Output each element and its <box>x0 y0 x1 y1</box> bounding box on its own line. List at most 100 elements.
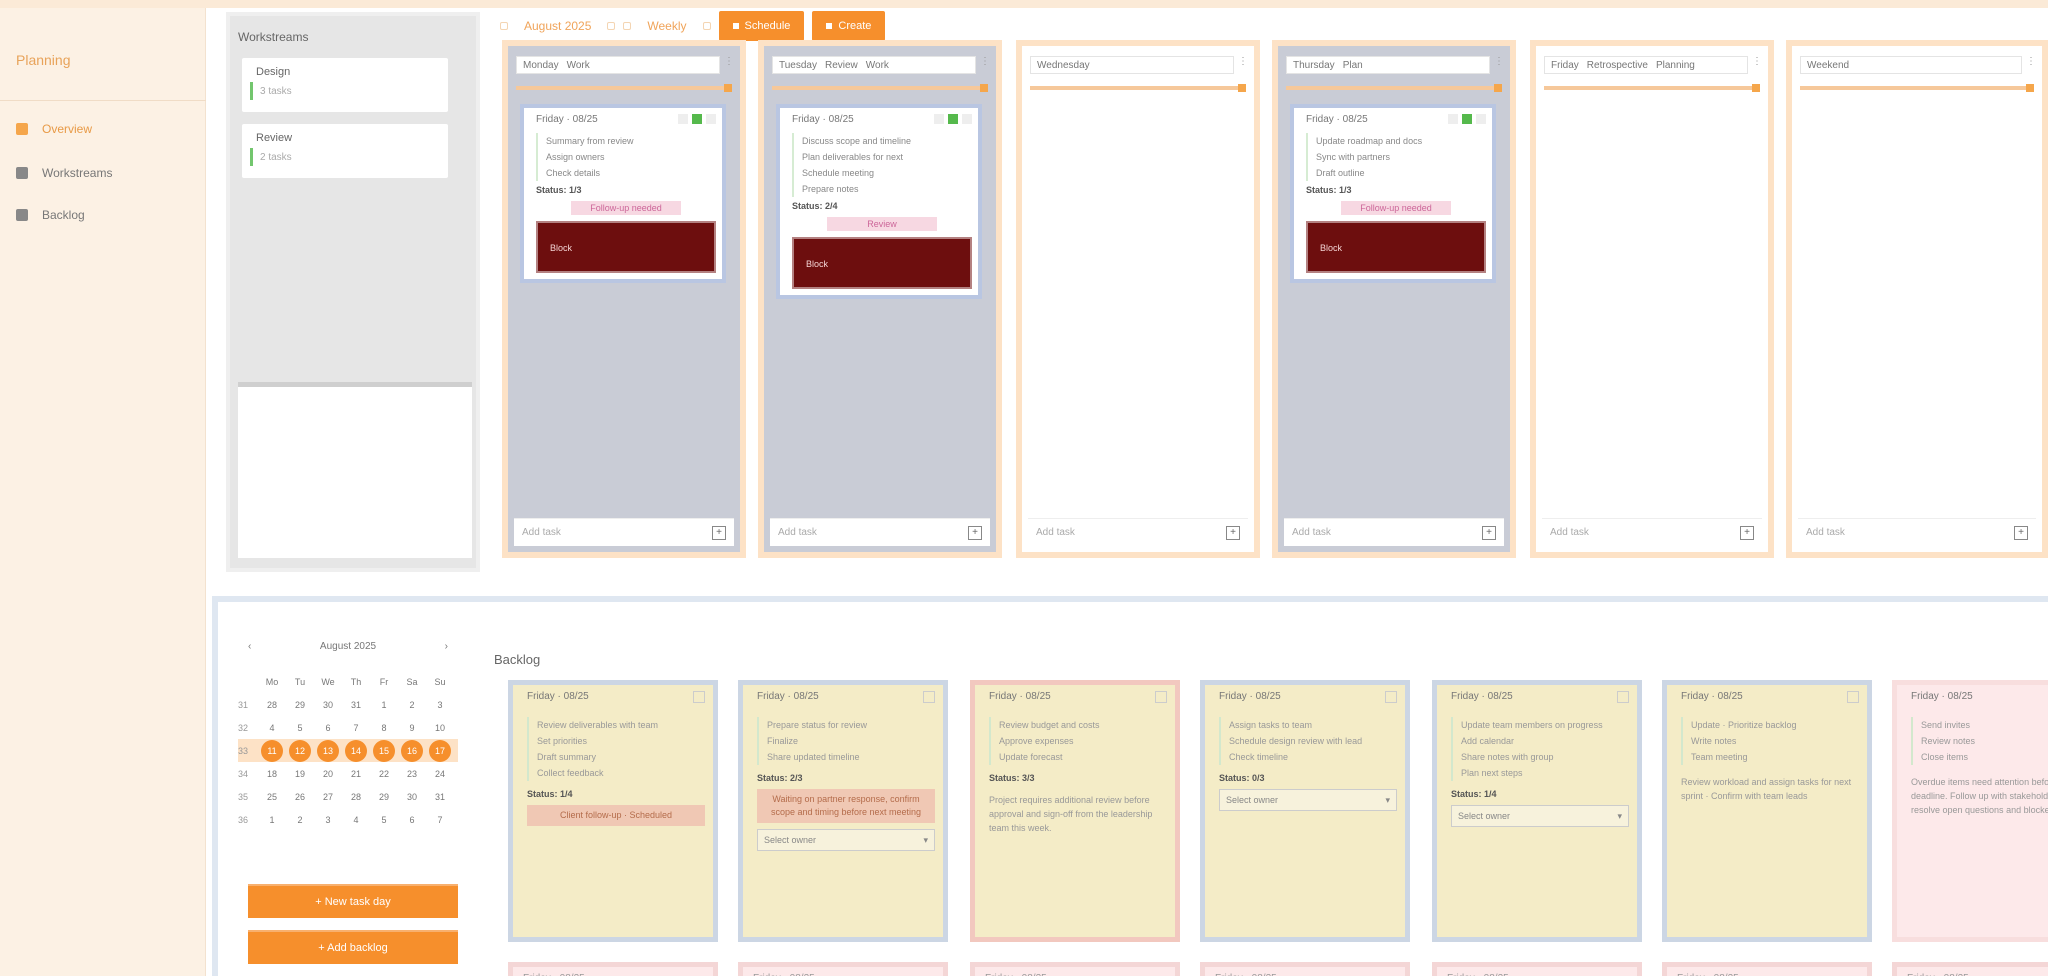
add-backlog-button[interactable]: + Add backlog <box>248 930 458 964</box>
calendar-day[interactable]: 7 <box>426 815 454 825</box>
calendar-day[interactable]: 9 <box>398 723 426 733</box>
progress-handle[interactable] <box>1494 84 1502 92</box>
progress-handle[interactable] <box>1238 84 1246 92</box>
calendar-day[interactable]: 20 <box>314 769 342 779</box>
calendar-day[interactable]: 28 <box>342 792 370 802</box>
column-menu-icon[interactable]: ⋮ <box>2026 56 2038 72</box>
close-icon[interactable] <box>923 691 935 703</box>
calendar-day[interactable]: 30 <box>314 700 342 710</box>
calendar-day[interactable]: 2 <box>286 815 314 825</box>
column-menu-icon[interactable]: ⋮ <box>980 56 992 72</box>
sidebar-item-backlog[interactable]: Backlog <box>16 206 85 224</box>
add-task-label[interactable]: Add task <box>1292 527 1331 538</box>
blocked-box[interactable]: Block <box>536 221 716 273</box>
calendar-day[interactable]: 26 <box>286 792 314 802</box>
calendar-day[interactable]: 3 <box>314 815 342 825</box>
calendar-day[interactable]: 30 <box>398 792 426 802</box>
close-icon[interactable] <box>706 114 716 124</box>
backlog-card[interactable]: Friday · 08/25 <box>1200 962 1410 976</box>
close-icon[interactable] <box>1617 691 1629 703</box>
calendar-next-icon[interactable]: › <box>445 641 448 652</box>
blocked-box[interactable]: Block <box>792 237 972 289</box>
calendar-day[interactable]: 3 <box>426 700 454 710</box>
task-tag[interactable]: Follow-up needed <box>571 201 681 215</box>
backlog-card[interactable]: Friday · 08/25 Update · Prioritize backl… <box>1662 680 1872 942</box>
calendar-week[interactable]: 36 1 2 3 4 5 6 7 <box>238 808 458 831</box>
calendar-day[interactable]: 5 <box>286 723 314 733</box>
progress-handle[interactable] <box>2026 84 2034 92</box>
task-tag[interactable]: Review <box>827 217 937 231</box>
calendar-day[interactable]: 1 <box>370 700 398 710</box>
column-header[interactable]: Thursday Plan <box>1286 56 1490 74</box>
column-tab[interactable]: Work <box>567 60 590 71</box>
calendar-day[interactable]: 23 <box>398 769 426 779</box>
calendar-day[interactable]: 16 <box>401 739 423 762</box>
add-icon[interactable]: + <box>712 525 726 540</box>
column-tab[interactable]: Tuesday <box>779 60 817 71</box>
progress-handle[interactable] <box>980 84 988 92</box>
calendar-day[interactable]: 31 <box>426 792 454 802</box>
calendar-week[interactable]: 35 25 26 27 28 29 30 31 <box>238 785 458 808</box>
column-menu-icon[interactable]: ⋮ <box>724 56 736 72</box>
add-task-label[interactable]: Add task <box>778 527 817 538</box>
backlog-card[interactable]: Friday · 08/25 <box>1892 962 2048 976</box>
schedule-button[interactable]: Schedule <box>718 11 805 41</box>
column-header[interactable]: Tuesday Review Work <box>772 56 976 74</box>
calendar-week[interactable]: 33 11 12 13 14 15 16 17 <box>238 739 458 762</box>
add-task-label[interactable]: Add task <box>522 527 561 538</box>
column-menu-icon[interactable]: ⋮ <box>1238 56 1250 72</box>
calendar-day[interactable]: 18 <box>258 769 286 779</box>
owner-select[interactable]: Select owner ▾ <box>1219 789 1397 811</box>
create-button[interactable]: Create <box>812 11 886 41</box>
add-icon[interactable]: + <box>1740 525 1754 540</box>
column-tab[interactable]: Wednesday <box>1037 60 1090 71</box>
flag-icon[interactable] <box>934 114 944 124</box>
column-header[interactable]: Wednesday <box>1030 56 1234 74</box>
flag-icon[interactable] <box>1448 114 1458 124</box>
column-tab[interactable]: Retrospective <box>1587 60 1648 71</box>
calendar-week[interactable]: 32 4 5 6 7 8 9 10 <box>238 716 458 739</box>
view-icon[interactable] <box>623 22 632 30</box>
calendar-day[interactable]: 14 <box>345 739 367 762</box>
calendar-day[interactable]: 21 <box>342 769 370 779</box>
backlog-card[interactable]: Friday · 08/25 <box>738 962 948 976</box>
backlog-card[interactable]: Friday · 08/25 <box>970 962 1180 976</box>
task-card[interactable]: Friday · 08/25 Summary from review Assign… <box>520 104 726 283</box>
calendar-day[interactable]: 29 <box>286 700 314 710</box>
view-dropdown-icon[interactable] <box>702 22 711 30</box>
calendar-week[interactable]: 34 18 19 20 21 22 23 24 <box>238 762 458 785</box>
calendar-day[interactable]: 6 <box>314 723 342 733</box>
column-tab[interactable]: Friday <box>1551 60 1579 71</box>
progress-handle[interactable] <box>1752 84 1760 92</box>
backlog-card[interactable]: Friday · 08/25 Review deliverables with … <box>508 680 718 942</box>
calendar-day[interactable]: 4 <box>342 815 370 825</box>
calendar-day[interactable]: 28 <box>258 700 286 710</box>
column-tab[interactable]: Work <box>866 60 889 71</box>
add-task-label[interactable]: Add task <box>1036 527 1075 538</box>
calendar-day[interactable]: 27 <box>314 792 342 802</box>
close-icon[interactable] <box>693 691 705 703</box>
column-menu-icon[interactable]: ⋮ <box>1752 56 1764 72</box>
add-task-label[interactable]: Add task <box>1806 527 1845 538</box>
column-header[interactable]: Friday Retrospective Planning <box>1544 56 1748 74</box>
backlog-card[interactable]: Friday · 08/25 <box>508 962 718 976</box>
calendar-day[interactable]: 25 <box>258 792 286 802</box>
calendar-day[interactable]: 5 <box>370 815 398 825</box>
task-card[interactable]: Friday · 08/25 Update roadmap and docs Sy… <box>1290 104 1496 283</box>
check-icon[interactable] <box>948 114 958 124</box>
backlog-card[interactable]: Friday · 08/25 Send invites Review notes C… <box>1892 680 2048 942</box>
calendar-day[interactable]: 10 <box>426 723 454 733</box>
calendar-day[interactable]: 31 <box>342 700 370 710</box>
column-tab[interactable]: Review <box>825 60 858 71</box>
backlog-card[interactable]: Friday · 08/25 <box>1662 962 1872 976</box>
column-tab[interactable]: Thursday <box>1293 60 1335 71</box>
add-icon[interactable]: + <box>2014 525 2028 540</box>
column-tab[interactable]: Plan <box>1343 60 1363 71</box>
column-menu-icon[interactable]: ⋮ <box>1494 56 1506 72</box>
close-icon[interactable] <box>1155 691 1167 703</box>
check-icon[interactable] <box>1462 114 1472 124</box>
owner-select[interactable]: Select owner ▾ <box>1451 805 1629 827</box>
sidebar-item-workstreams[interactable]: Workstreams <box>16 164 112 182</box>
blocked-box[interactable]: Block <box>1306 221 1486 273</box>
column-tab[interactable]: Monday <box>523 60 559 71</box>
